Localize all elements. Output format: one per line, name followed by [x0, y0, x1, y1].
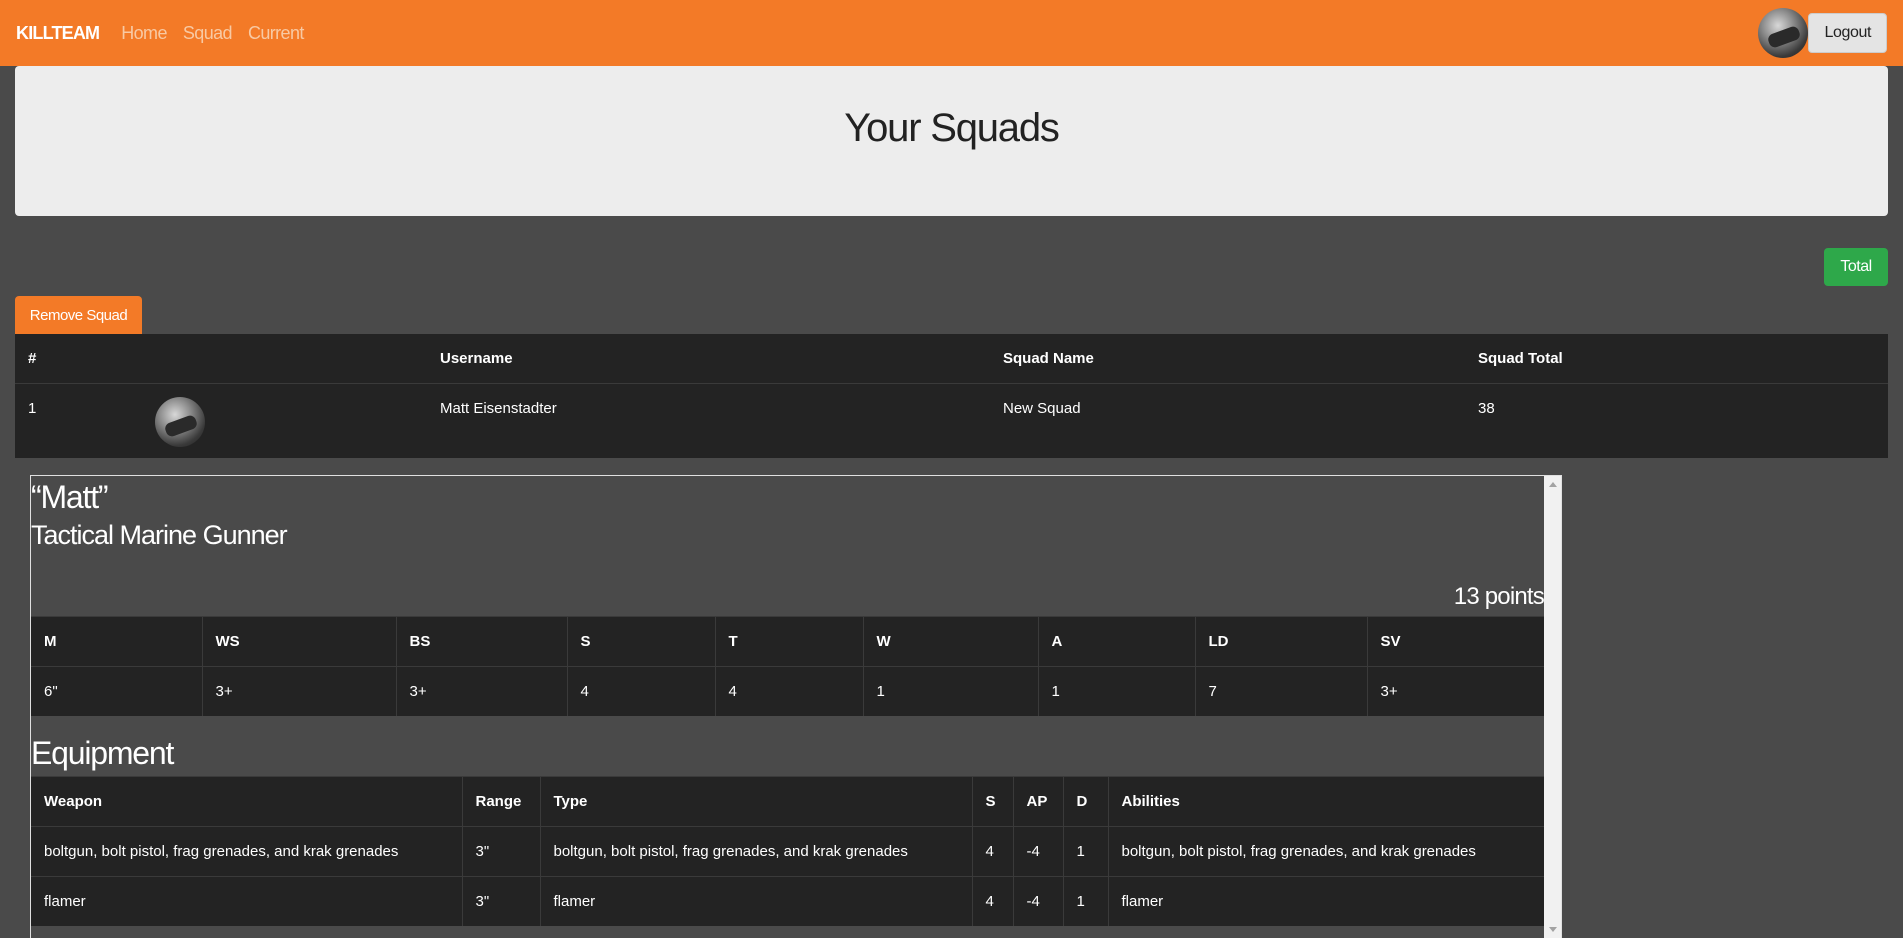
table-row: boltgun, bolt pistol, frag grenades, and… — [31, 826, 1544, 877]
total-button[interactable]: Total — [1824, 248, 1888, 286]
stat-value-sv: 3+ — [1366, 666, 1544, 716]
nav-link-current[interactable]: Current — [248, 23, 304, 44]
stat-header-t: T — [714, 616, 863, 667]
equip-type: boltgun, bolt pistol, frag grenades, and… — [539, 826, 972, 877]
equip-header-abilities: Abilities — [1107, 776, 1544, 827]
equip-ap: -4 — [1012, 826, 1063, 877]
stat-header-row: M WS BS S T W A LD SV — [31, 616, 1544, 667]
row-squad-name: New Squad — [1003, 400, 1081, 417]
row-number: 1 — [28, 400, 37, 417]
stat-header-w: W — [862, 616, 1038, 667]
equipment-title: Equipment — [31, 735, 174, 771]
operative-panel[interactable]: “Matt” Tactical Marine Gunner 13 points … — [30, 475, 1562, 938]
stat-header-m: M — [31, 616, 202, 667]
squad-table-header: # Username Squad Name Squad Total — [15, 334, 1888, 384]
nav-link-home[interactable]: Home — [121, 23, 167, 44]
scroll-down-icon[interactable] — [1549, 927, 1557, 932]
logout-button[interactable]: Logout — [1808, 13, 1887, 53]
stat-value-row: 6" 3+ 3+ 4 4 1 1 7 3+ — [31, 666, 1544, 716]
user-avatar — [1758, 8, 1809, 58]
equip-header-s: S — [971, 776, 1013, 827]
navbar: KILLTEAM Home Squad Current Logout — [0, 0, 1903, 66]
stat-value-s: 4 — [566, 666, 715, 716]
col-number: # — [15, 334, 142, 384]
table-row[interactable]: 1 Matt Eisenstadter New Squad 38 — [15, 384, 1888, 458]
stat-value-bs: 3+ — [395, 666, 567, 716]
stat-header-bs: BS — [395, 616, 567, 667]
scroll-up-icon[interactable] — [1549, 482, 1557, 487]
equip-range: 3" — [461, 826, 540, 877]
equip-s: 4 — [971, 826, 1013, 877]
stat-value-ws: 3+ — [201, 666, 396, 716]
equip-type: flamer — [539, 876, 972, 926]
equip-header-range: Range — [461, 776, 540, 827]
operative-name: “Matt” — [31, 479, 109, 515]
stat-header-sv: SV — [1366, 616, 1544, 667]
row-username: Matt Eisenstadter — [440, 400, 557, 417]
stat-value-ld: 7 — [1194, 666, 1367, 716]
stat-table: M WS BS S T W A LD SV 6" 3+ 3+ 4 4 1 1 7… — [31, 616, 1544, 716]
equip-weapon: flamer — [31, 876, 462, 926]
page-header: Your Squads — [15, 66, 1888, 216]
equipment-table: Weapon Range Type S AP D Abilities boltg… — [31, 776, 1544, 926]
equip-ap: -4 — [1012, 876, 1063, 926]
equip-header-weapon: Weapon — [31, 776, 462, 827]
squad-user-avatar — [155, 397, 205, 447]
squad-table: # Username Squad Name Squad Total 1 Matt… — [15, 334, 1888, 458]
equip-range: 3" — [461, 876, 540, 926]
stat-value-w: 1 — [862, 666, 1038, 716]
equipment-header-row: Weapon Range Type S AP D Abilities — [31, 776, 1544, 827]
equip-s: 4 — [971, 876, 1013, 926]
remove-squad-button[interactable]: Remove Squad — [15, 296, 142, 334]
brand-link[interactable]: KILLTEAM — [16, 23, 100, 44]
stat-value-m: 6" — [31, 666, 202, 716]
equip-d: 1 — [1062, 876, 1108, 926]
equip-header-d: D — [1062, 776, 1108, 827]
panel-scrollbar[interactable] — [1544, 476, 1561, 938]
equip-header-ap: AP — [1012, 776, 1063, 827]
stat-value-t: 4 — [714, 666, 863, 716]
col-squad-total: Squad Total — [1465, 334, 1888, 384]
stat-header-a: A — [1037, 616, 1195, 667]
stat-header-s: S — [566, 616, 715, 667]
operative-points: 13 points — [1453, 583, 1545, 610]
nav-link-squad[interactable]: Squad — [183, 23, 233, 44]
equip-weapon: boltgun, bolt pistol, frag grenades, and… — [31, 826, 462, 877]
equip-abilities: boltgun, bolt pistol, frag grenades, and… — [1107, 826, 1544, 877]
col-username: Username — [427, 334, 990, 384]
page-title: Your Squads — [844, 105, 1060, 150]
equip-header-type: Type — [539, 776, 972, 827]
table-row: flamer 3" flamer 4 -4 1 flamer — [31, 876, 1544, 926]
col-avatar — [142, 334, 427, 384]
row-squad-total: 38 — [1478, 400, 1495, 417]
equip-abilities: flamer — [1107, 876, 1544, 926]
stat-header-ld: LD — [1194, 616, 1367, 667]
col-squad-name: Squad Name — [990, 334, 1465, 384]
operative-type: Tactical Marine Gunner — [31, 520, 288, 550]
nav-links: Home Squad Current — [121, 23, 304, 44]
equip-d: 1 — [1062, 826, 1108, 877]
nav-user-area: Logout — [1758, 8, 1887, 58]
stat-header-ws: WS — [201, 616, 396, 667]
row-avatar-cell — [142, 384, 427, 458]
stat-value-a: 1 — [1037, 666, 1195, 716]
